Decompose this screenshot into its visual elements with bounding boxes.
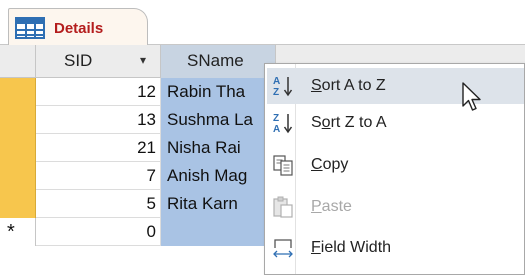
context-menu: A Z Sort A to Z Z A Sort Z to A Copy Pas… bbox=[264, 63, 525, 275]
sort-z-to-a-icon: Z A bbox=[273, 113, 293, 135]
new-record-star-icon: * bbox=[7, 221, 15, 243]
svg-text:A: A bbox=[273, 76, 280, 87]
menu-item-label: Sort A to Z bbox=[311, 77, 386, 94]
sname-cell[interactable] bbox=[161, 218, 276, 246]
menu-item-label: Paste bbox=[311, 198, 352, 215]
record-selector[interactable] bbox=[0, 190, 36, 218]
document-tab-strip: Details bbox=[0, 0, 525, 45]
new-record-selector[interactable]: * bbox=[0, 218, 36, 246]
sort-filter-dropdown-icon[interactable]: ▾ bbox=[140, 53, 146, 67]
menu-item-field-width[interactable]: Field Width bbox=[267, 230, 524, 266]
sname-cell[interactable]: Rabin Tha bbox=[161, 78, 276, 106]
menu-item-sort-a-to-z[interactable]: A Z Sort A to Z bbox=[267, 68, 524, 104]
copy-icon bbox=[273, 155, 293, 176]
record-selector[interactable] bbox=[0, 134, 36, 162]
paste-icon bbox=[273, 196, 293, 218]
sort-a-to-z-icon: A Z bbox=[273, 76, 293, 98]
svg-text:A: A bbox=[273, 124, 280, 135]
select-all-button[interactable] bbox=[0, 45, 36, 78]
tab-details-label: Details bbox=[54, 20, 104, 37]
menu-item-copy[interactable]: Copy bbox=[267, 147, 524, 183]
svg-text:Z: Z bbox=[273, 113, 279, 124]
menu-item-label: Sort Z to A bbox=[311, 114, 387, 131]
tab-details[interactable]: Details bbox=[8, 8, 148, 45]
sid-cell[interactable]: 21 bbox=[36, 134, 161, 162]
table-icon bbox=[15, 17, 45, 39]
sname-cell[interactable]: Rita Karn bbox=[161, 190, 276, 218]
sname-cell[interactable]: Anish Mag bbox=[161, 162, 276, 190]
menu-item-label: Copy bbox=[311, 156, 349, 173]
record-selector[interactable] bbox=[0, 78, 36, 106]
column-header-sid[interactable]: SID ▾ bbox=[36, 45, 161, 78]
menu-item-sort-z-to-a[interactable]: Z A Sort Z to A bbox=[267, 105, 524, 141]
sname-cell[interactable]: Sushma La bbox=[161, 106, 276, 134]
sid-cell[interactable]: 0 bbox=[36, 218, 161, 246]
sname-cell[interactable]: Nisha Rai bbox=[161, 134, 276, 162]
sid-cell[interactable]: 5 bbox=[36, 190, 161, 218]
menu-item-label: Field Width bbox=[311, 239, 392, 256]
field-width-icon bbox=[273, 239, 293, 258]
column-header-sid-label: SID bbox=[64, 51, 93, 70]
menu-item-paste[interactable]: Paste bbox=[267, 189, 524, 225]
column-header-sname[interactable]: SName bbox=[161, 45, 276, 78]
sid-cell[interactable]: 12 bbox=[36, 78, 161, 106]
column-header-sname-label: SName bbox=[187, 51, 244, 70]
record-selector[interactable] bbox=[0, 162, 36, 190]
record-selector[interactable] bbox=[0, 106, 36, 134]
svg-text:Z: Z bbox=[273, 87, 279, 98]
mouse-pointer-icon bbox=[462, 82, 481, 111]
sid-cell[interactable]: 13 bbox=[36, 106, 161, 134]
sid-cell[interactable]: 7 bbox=[36, 162, 161, 190]
